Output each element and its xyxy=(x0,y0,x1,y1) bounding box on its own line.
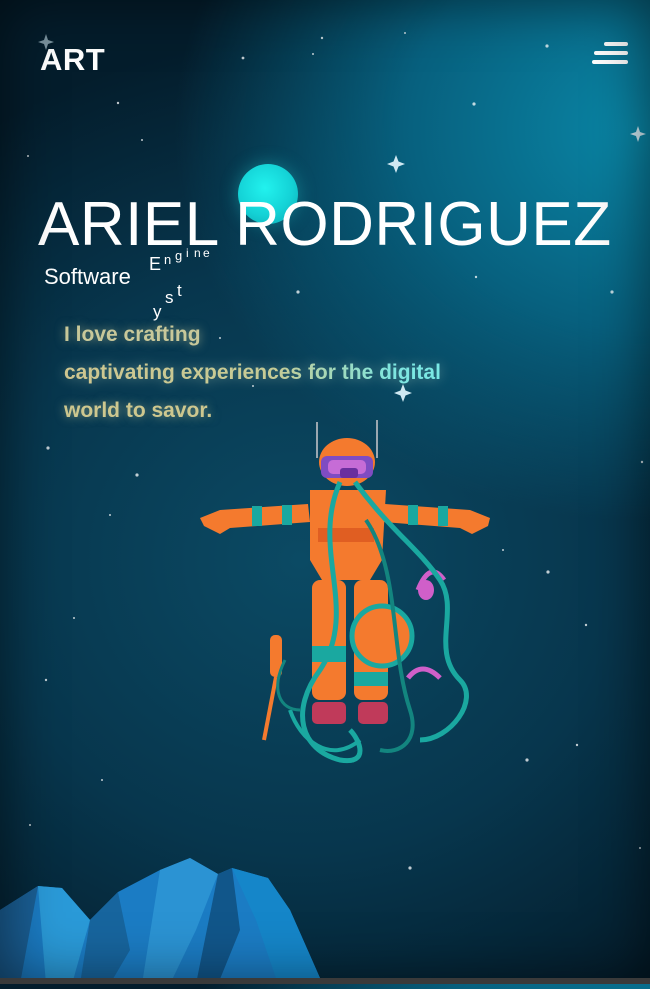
role-letter: n xyxy=(164,252,172,267)
mountains-icon xyxy=(0,850,340,989)
hero-name: ARIEL RODRIGUEZ xyxy=(38,190,612,259)
role-letter: s xyxy=(165,288,174,307)
tagline-line: I love crafting xyxy=(64,323,201,346)
role-letter: g xyxy=(175,248,183,263)
role-letter: i xyxy=(186,246,189,260)
role-letter: e xyxy=(203,246,210,260)
logo[interactable]: ART xyxy=(40,42,105,78)
tagline-line: captivating experiences for the digital xyxy=(64,354,534,392)
astronaut-icon xyxy=(190,410,510,795)
role-letter: n xyxy=(194,246,201,260)
hamburger-menu-icon[interactable] xyxy=(592,42,628,66)
role-letter: t xyxy=(177,281,182,300)
role-prefix: Software xyxy=(44,264,131,289)
bottom-edge xyxy=(0,978,650,984)
role-letter: E xyxy=(149,254,162,274)
